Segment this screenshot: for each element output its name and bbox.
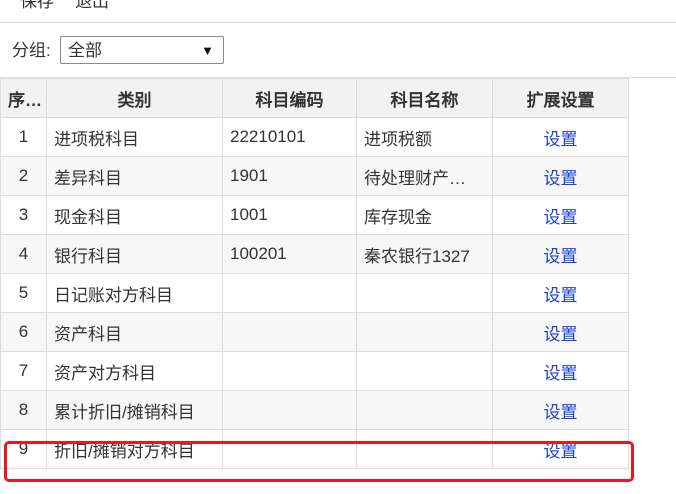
- row-index: 9: [0, 429, 47, 469]
- row-action-cell: 设置: [492, 195, 629, 235]
- header-index[interactable]: 序号: [0, 78, 47, 118]
- row-index: 1: [0, 117, 47, 157]
- row-action-cell: 设置: [492, 390, 629, 430]
- chevron-down-icon: ▼: [201, 43, 214, 58]
- header-code[interactable]: 科目编码: [222, 78, 357, 118]
- row-code: 100201: [222, 234, 357, 274]
- row-name: 进项税额: [356, 117, 493, 157]
- row-category: 日记账对方科目: [46, 273, 223, 313]
- settings-link[interactable]: 设置: [544, 247, 578, 266]
- table-header-row: 序号 类别 科目编码 科目名称 扩展设置: [0, 78, 629, 118]
- row-category: 银行科目: [46, 234, 223, 274]
- save-button[interactable]: 保存: [20, 0, 54, 13]
- subject-table: 序号 类别 科目编码 科目名称 扩展设置 1 进项税科目 22210101 进项…: [0, 78, 629, 469]
- row-category: 折旧/摊销对方科目: [46, 429, 223, 469]
- settings-link[interactable]: 设置: [544, 286, 578, 305]
- table-row[interactable]: 5 日记账对方科目 设置: [0, 273, 629, 313]
- row-action-cell: 设置: [492, 117, 629, 157]
- header-extension[interactable]: 扩展设置: [492, 78, 629, 118]
- toolbar: 保存 退出: [0, 0, 676, 23]
- row-category: 差异科目: [46, 156, 223, 196]
- row-code: [222, 429, 357, 469]
- table-row[interactable]: 6 资产科目 设置: [0, 312, 629, 352]
- table-row[interactable]: 2 差异科目 1901 待处理财产… 设置: [0, 156, 629, 196]
- row-index: 4: [0, 234, 47, 274]
- row-index: 2: [0, 156, 47, 196]
- row-category: 资产对方科目: [46, 351, 223, 391]
- exit-button[interactable]: 退出: [75, 0, 109, 13]
- table-row[interactable]: 3 现金科目 1001 库存现金 设置: [0, 195, 629, 235]
- row-name: 待处理财产…: [356, 156, 493, 196]
- row-category: 累计折旧/摊销科目: [46, 390, 223, 430]
- row-code: [222, 273, 357, 313]
- row-index: 6: [0, 312, 47, 352]
- header-category[interactable]: 类别: [46, 78, 223, 118]
- settings-link[interactable]: 设置: [544, 325, 578, 344]
- row-code: [222, 351, 357, 391]
- row-name: [356, 390, 493, 430]
- row-code: 1901: [222, 156, 357, 196]
- row-name: 秦农银行1327: [356, 234, 493, 274]
- settings-link[interactable]: 设置: [544, 364, 578, 383]
- row-action-cell: 设置: [492, 312, 629, 352]
- row-index: 3: [0, 195, 47, 235]
- settings-link[interactable]: 设置: [544, 169, 578, 188]
- table-row[interactable]: 9 折旧/摊销对方科目 设置: [0, 429, 629, 469]
- row-category: 资产科目: [46, 312, 223, 352]
- row-name: [356, 351, 493, 391]
- row-name: [356, 312, 493, 352]
- settings-link[interactable]: 设置: [544, 403, 578, 422]
- table-row[interactable]: 4 银行科目 100201 秦农银行1327 设置: [0, 234, 629, 274]
- header-name[interactable]: 科目名称: [356, 78, 493, 118]
- row-index: 7: [0, 351, 47, 391]
- table-row[interactable]: 8 累计折旧/摊销科目 设置: [0, 390, 629, 430]
- filter-bar: 分组: 全部 ▼: [0, 23, 676, 78]
- row-name: [356, 429, 493, 469]
- settings-link[interactable]: 设置: [544, 442, 578, 461]
- row-action-cell: 设置: [492, 156, 629, 196]
- settings-link[interactable]: 设置: [544, 130, 578, 149]
- row-index: 5: [0, 273, 47, 313]
- row-code: [222, 312, 357, 352]
- group-select[interactable]: 全部 ▼: [60, 36, 224, 64]
- row-action-cell: 设置: [492, 351, 629, 391]
- row-action-cell: 设置: [492, 273, 629, 313]
- group-label: 分组:: [12, 41, 51, 60]
- row-code: 22210101: [222, 117, 357, 157]
- row-action-cell: 设置: [492, 429, 629, 469]
- row-action-cell: 设置: [492, 234, 629, 274]
- group-select-value: 全部: [68, 41, 102, 60]
- settings-link[interactable]: 设置: [544, 208, 578, 227]
- row-code: 1001: [222, 195, 357, 235]
- row-category: 进项税科目: [46, 117, 223, 157]
- row-name: [356, 273, 493, 313]
- row-code: [222, 390, 357, 430]
- row-name: 库存现金: [356, 195, 493, 235]
- row-category: 现金科目: [46, 195, 223, 235]
- table-row[interactable]: 1 进项税科目 22210101 进项税额 设置: [0, 117, 629, 157]
- table-row[interactable]: 7 资产对方科目 设置: [0, 351, 629, 391]
- row-index: 8: [0, 390, 47, 430]
